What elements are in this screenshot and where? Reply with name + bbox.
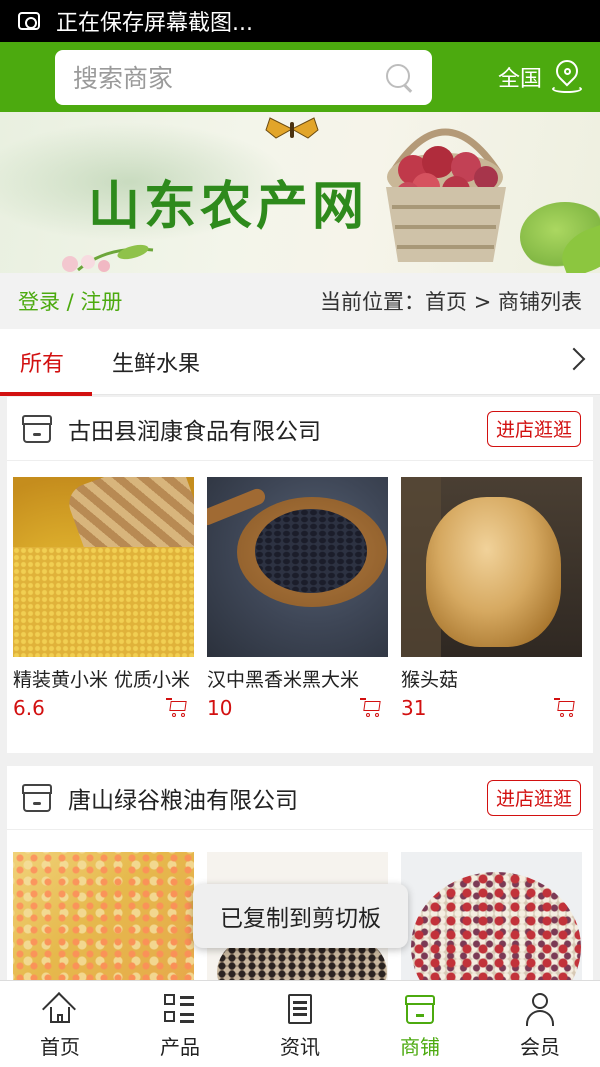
shop-header: 古田县润康食品有限公司 进店逛逛	[7, 397, 593, 461]
product-name: 精装黄小米 优质小米	[13, 669, 191, 691]
header: 搜索商家 全国	[0, 42, 600, 112]
screenshot-icon	[18, 12, 40, 30]
shop-header: 唐山绿谷粮油有限公司 进店逛逛	[7, 766, 593, 830]
tab-all[interactable]: 所有	[0, 329, 92, 396]
nav-item-home[interactable]: 首页	[0, 981, 120, 1067]
butterfly-icon	[265, 117, 319, 139]
flower-decoration	[62, 244, 154, 272]
login-register-link[interactable]: 登录 / 注册	[18, 286, 122, 316]
banner-title: 山东农产网	[88, 177, 369, 237]
user-icon	[524, 993, 556, 1026]
mushroom-image[interactable]	[401, 477, 582, 657]
black-rice-image[interactable]	[207, 477, 388, 657]
nav-item-news[interactable]: 资讯	[240, 981, 360, 1067]
breadcrumb: 当前位置：首页 > 商铺列表	[320, 290, 582, 314]
tab-fresh-fruit[interactable]: 生鲜水果	[112, 329, 200, 395]
news-icon	[284, 993, 316, 1025]
toast-message: 已复制到剪切板	[193, 884, 408, 948]
nav-item-shops[interactable]: 商铺	[360, 981, 480, 1067]
nav-label: 资讯	[280, 1035, 320, 1059]
shop-name[interactable]: 古田县润康食品有限公司	[68, 412, 321, 446]
product-name: 猴头菇	[401, 669, 459, 691]
status-bar: 正在保存屏幕截图...	[0, 0, 600, 42]
search-icon[interactable]	[384, 62, 414, 92]
region-selector[interactable]: 全国	[497, 55, 583, 94]
status-text: 正在保存屏幕截图...	[56, 11, 253, 36]
search-input[interactable]: 搜索商家	[55, 49, 432, 105]
product-list: 精装黄小米 优质小米 6.6 汉中黑香米黑大米 10 猴头菇 31	[7, 461, 593, 720]
grid-list-icon	[164, 993, 196, 1025]
shop-name[interactable]: 唐山绿谷粮油有限公司	[68, 781, 298, 815]
category-tabs: 所有 生鲜水果	[0, 329, 600, 396]
visit-store-button[interactable]: 进店逛逛	[486, 779, 581, 816]
fruit-basket-image	[386, 128, 506, 262]
product-item[interactable]: 汉中黑香米黑大米 10	[207, 477, 388, 720]
nav-label: 产品	[160, 1035, 200, 1059]
product-name: 汉中黑香米黑大米	[207, 669, 360, 691]
nav-item-products[interactable]: 产品	[120, 981, 240, 1067]
nav-label: 商铺	[400, 1035, 440, 1059]
app-screen: 正在保存屏幕截图... 搜索商家 全国 山东农产网 登录 / 注册 当前位置：首…	[0, 0, 600, 1067]
store-icon	[404, 993, 436, 1025]
product-price: 10	[207, 696, 233, 720]
breadcrumb-bar: 登录 / 注册 当前位置：首页 > 商铺列表	[0, 273, 600, 329]
nav-label: 首页	[40, 1035, 80, 1059]
shop-card: 古田县润康食品有限公司 进店逛逛 精装黄小米 优质小米 6.6 汉中黑香米黑大米	[7, 397, 593, 753]
store-icon	[22, 783, 52, 812]
region-label: 全国	[497, 67, 542, 92]
product-item[interactable]: 猴头菇 31	[401, 477, 582, 720]
nav-item-member[interactable]: 会员	[480, 981, 600, 1067]
chevron-right-icon[interactable]	[562, 347, 586, 371]
product-item[interactable]: 精装黄小米 优质小米 6.6	[13, 477, 194, 720]
tab-label: 所有	[20, 351, 65, 377]
search-placeholder: 搜索商家	[73, 64, 174, 93]
millet-image[interactable]	[13, 477, 194, 657]
visit-store-button[interactable]: 进店逛逛	[486, 410, 581, 447]
product-price: 31	[401, 696, 427, 720]
nav-label: 会员	[520, 1035, 560, 1059]
banner: 山东农产网	[0, 112, 600, 273]
location-pin-icon	[551, 55, 583, 94]
store-icon	[22, 414, 52, 443]
tab-label: 生鲜水果	[112, 351, 201, 377]
bottom-nav: 首页 产品 资讯 商铺 会员	[0, 980, 600, 1067]
cart-icon[interactable]	[554, 698, 576, 718]
product-price: 6.6	[13, 696, 45, 720]
home-icon	[42, 992, 76, 1026]
cart-icon[interactable]	[166, 698, 188, 718]
cart-icon[interactable]	[360, 698, 382, 718]
